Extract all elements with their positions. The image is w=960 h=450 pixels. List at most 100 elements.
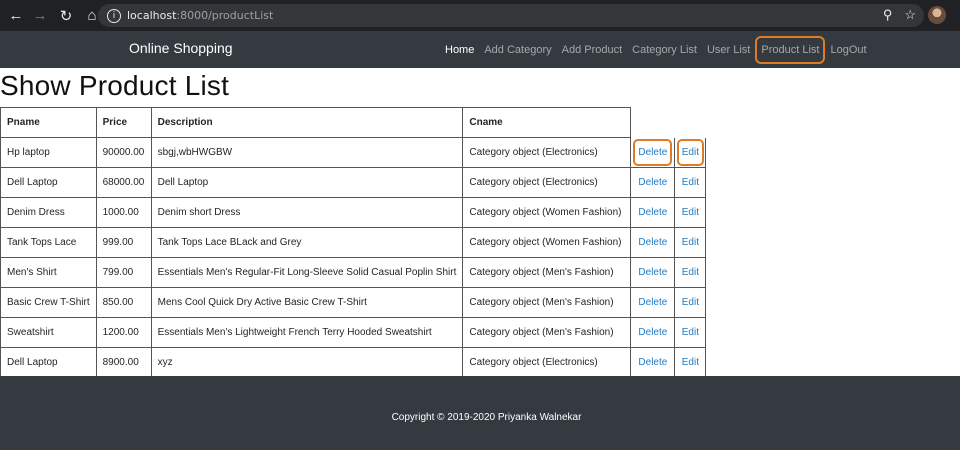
cell-cname: Category object (Electronics) xyxy=(462,347,632,378)
cell-delete: Delete xyxy=(630,317,676,348)
delete-link[interactable]: Delete xyxy=(638,297,667,308)
cell-edit: Edit xyxy=(674,257,707,288)
cell-pname: Dell Laptop xyxy=(0,167,97,198)
edit-link[interactable]: Edit xyxy=(682,147,699,158)
cell-cname: Category object (Men's Fashion) xyxy=(462,287,632,318)
cell-price: 90000.00 xyxy=(95,137,152,168)
edit-link[interactable]: Edit xyxy=(682,207,699,218)
nav-add-category[interactable]: Add Category xyxy=(479,44,556,56)
site-navbar: Online Shopping Home Add Category Add Pr… xyxy=(0,31,960,68)
copyright-text: Copyright © 2019-2020 Priyanka Walnekar xyxy=(391,412,582,423)
cell-price: 8900.00 xyxy=(95,347,152,378)
cell-description: Mens Cool Quick Dry Active Basic Crew T-… xyxy=(150,287,464,318)
nav-user-list[interactable]: User List xyxy=(702,44,755,56)
table-row: Dell Laptop 8900.00 xyz Category object … xyxy=(0,347,707,378)
header-blank xyxy=(675,108,706,138)
address-bar[interactable]: i localhost:8000/productList ⚲ ☆ xyxy=(98,4,924,27)
star-icon[interactable]: ☆ xyxy=(904,7,916,23)
brand-link[interactable]: Online Shopping xyxy=(129,40,233,56)
delete-link[interactable]: Delete xyxy=(638,357,667,368)
cell-delete: Delete xyxy=(630,287,676,318)
product-table: Pname Price Description Cname Hp laptop … xyxy=(0,107,707,378)
cell-cname: Category object (Men's Fashion) xyxy=(462,317,632,348)
page-title: Show Product List xyxy=(0,70,230,101)
cell-description: Dell Laptop xyxy=(150,167,464,198)
info-icon[interactable]: i xyxy=(107,8,121,23)
profile-avatar[interactable] xyxy=(928,6,946,24)
table-row: Basic Crew T-Shirt 850.00 Mens Cool Quic… xyxy=(0,287,707,318)
edit-link[interactable]: Edit xyxy=(682,327,699,338)
edit-link[interactable]: Edit xyxy=(682,237,699,248)
cell-pname: Dell Laptop xyxy=(0,347,97,378)
cell-delete: Delete xyxy=(630,167,676,198)
cell-pname: Men's Shirt xyxy=(0,257,97,288)
cell-pname: Hp laptop xyxy=(0,137,97,168)
cell-edit: Edit xyxy=(674,167,707,198)
cell-price: 799.00 xyxy=(95,257,152,288)
nav-logout[interactable]: LogOut xyxy=(825,44,871,56)
cell-edit: Edit xyxy=(674,137,707,168)
header-price: Price xyxy=(95,107,152,138)
delete-link[interactable]: Delete xyxy=(638,267,667,278)
browser-toolbar: ← → ↻ ⌂ i localhost:8000/productList ⚲ ☆ xyxy=(0,0,960,31)
table-row: Men's Shirt 799.00 Essentials Men's Regu… xyxy=(0,257,707,288)
header-pname: Pname xyxy=(0,107,97,138)
table-row: Hp laptop 90000.00 sbgj,wbHWGBW Category… xyxy=(0,137,707,168)
cell-pname: Basic Crew T-Shirt xyxy=(0,287,97,318)
header-cname: Cname xyxy=(462,107,632,138)
cell-description: Essentials Men's Regular-Fit Long-Sleeve… xyxy=(150,257,464,288)
cell-delete: Delete xyxy=(630,257,676,288)
cell-description: Essentials Men's Lightweight French Terr… xyxy=(150,317,464,348)
delete-link[interactable]: Delete xyxy=(638,147,667,158)
cell-edit: Edit xyxy=(674,227,707,258)
edit-link[interactable]: Edit xyxy=(682,357,699,368)
cell-description: xyz xyxy=(150,347,464,378)
table-row: Sweatshirt 1200.00 Essentials Men's Ligh… xyxy=(0,317,707,348)
cell-cname: Category object (Electronics) xyxy=(462,167,632,198)
cell-description: sbgj,wbHWGBW xyxy=(150,137,464,168)
cell-price: 1000.00 xyxy=(95,197,152,228)
edit-link[interactable]: Edit xyxy=(682,267,699,278)
url-path: :8000/productList xyxy=(176,9,274,22)
table-row: Tank Tops Lace 999.00 Tank Tops Lace BLa… xyxy=(0,227,707,258)
nav-product-list[interactable]: Product List xyxy=(755,35,826,64)
url-text[interactable]: localhost:8000/productList xyxy=(127,9,273,22)
reload-icon[interactable]: ↻ xyxy=(55,5,77,27)
cell-price: 850.00 xyxy=(95,287,152,318)
edit-link[interactable]: Edit xyxy=(682,297,699,308)
cell-cname: Category object (Electronics) xyxy=(462,137,632,168)
cell-price: 999.00 xyxy=(95,227,152,258)
cell-pname: Tank Tops Lace xyxy=(0,227,97,258)
cell-edit: Edit xyxy=(674,287,707,318)
cell-pname: Denim Dress xyxy=(0,197,97,228)
table-header-row: Pname Price Description Cname xyxy=(0,107,706,138)
forward-arrow-icon[interactable]: → xyxy=(29,5,51,27)
edit-link[interactable]: Edit xyxy=(682,177,699,188)
nav-add-product[interactable]: Add Product xyxy=(557,44,628,56)
delete-link[interactable]: Delete xyxy=(638,177,667,188)
header-description: Description xyxy=(150,107,464,138)
site-footer: Copyright © 2019-2020 Priyanka Walnekar xyxy=(0,376,960,450)
cell-edit: Edit xyxy=(674,317,707,348)
cell-cname: Category object (Women Fashion) xyxy=(462,197,632,228)
cell-cname: Category object (Men's Fashion) xyxy=(462,257,632,288)
cell-price: 1200.00 xyxy=(95,317,152,348)
nav-category-list[interactable]: Category List xyxy=(627,44,702,56)
cell-price: 68000.00 xyxy=(95,167,152,198)
url-host: localhost xyxy=(127,9,177,22)
cell-cname: Category object (Women Fashion) xyxy=(462,227,632,258)
nav-menu: Home Add Category Add Product Category L… xyxy=(440,31,872,68)
cell-delete: Delete xyxy=(630,227,676,258)
delete-link[interactable]: Delete xyxy=(638,237,667,248)
delete-link[interactable]: Delete xyxy=(638,207,667,218)
cell-description: Tank Tops Lace BLack and Grey xyxy=(150,227,464,258)
header-blank xyxy=(631,108,675,138)
cell-pname: Sweatshirt xyxy=(0,317,97,348)
delete-link[interactable]: Delete xyxy=(638,327,667,338)
nav-home[interactable]: Home xyxy=(440,44,479,56)
back-arrow-icon[interactable]: ← xyxy=(5,5,27,27)
table-row: Dell Laptop 68000.00 Dell Laptop Categor… xyxy=(0,167,707,198)
cell-description: Denim short Dress xyxy=(150,197,464,228)
zoom-icon[interactable]: ⚲ xyxy=(883,7,893,23)
cell-delete: Delete xyxy=(630,347,676,378)
